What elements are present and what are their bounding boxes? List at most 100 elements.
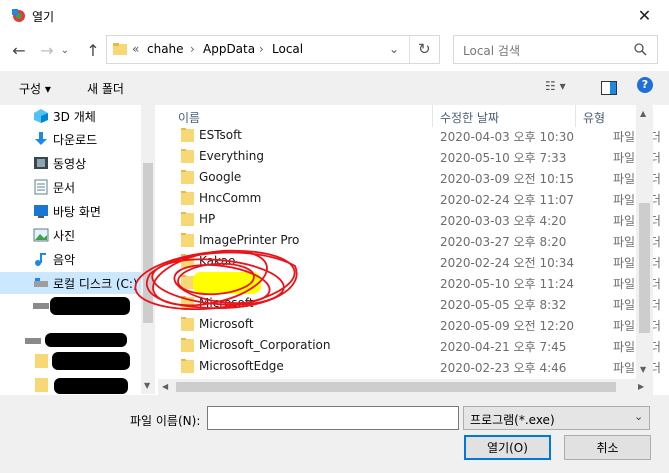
file-row[interactable]: Google2020-03-09 오전 10:15파일 폴더 [158,167,661,188]
drive-icon [34,278,48,287]
refresh-button[interactable]: ↻ [418,40,431,58]
redaction-mark [54,378,128,394]
sidebar-item-label: 바탕 화면 [53,204,101,219]
document-icon [34,179,48,195]
back-button[interactable]: ← [8,39,30,61]
sidebar-item-music[interactable]: 음악 [0,248,141,270]
sidebar-item-3d-objects[interactable]: 3D 개체 [0,105,141,127]
organize-button[interactable]: 구성 ▾ [19,80,51,97]
sidebar-item-redacted[interactable] [0,350,141,372]
filename-input[interactable] [207,406,459,430]
file-date: 2020-04-21 오후 7:45 [440,340,567,354]
red-scribble-annotation [134,249,298,310]
search-input[interactable]: Local 검색 [463,42,520,59]
filename-label: 파일 이름(N): [130,414,201,428]
file-row[interactable]: Everything2020-05-10 오후 7:33파일 폴더 [158,146,661,167]
file-row[interactable]: ESTsoft2020-04-03 오후 10:30파일 폴더 [158,125,661,146]
sidebar-item-local-disk[interactable]: 로컬 디스크 (C:) [0,272,141,294]
view-options-button[interactable]: ☷ ▾ [545,79,566,93]
file-row[interactable]: Microsoft_Corporation 2020-04-21 오후 7:45 파… [158,335,661,356]
file-name: Everything [199,149,264,163]
list-horizontal-scrollbar[interactable]: ◀ ▶ [158,379,653,395]
file-name: MicrosoftEdge [199,359,284,373]
desktop-icon [34,205,48,218]
recent-locations-button[interactable]: ⌄ [58,39,72,61]
file-date: 2020-05-10 오후 11:24 [440,277,575,291]
sidebar-item-redacted[interactable] [0,374,141,394]
sidebar-item-redacted[interactable] [0,295,141,317]
help-icon: ? [641,78,649,91]
chevron-down-icon: ⌄ [389,42,400,56]
scroll-up-icon[interactable]: ▲ [640,109,646,118]
file-name: Microsoft_Corporation [199,338,331,352]
file-row[interactable]: HP2020-03-03 오후 4:20파일 폴더 [158,209,661,230]
help-button[interactable]: ? [637,77,653,93]
file-date: 2020-02-24 오후 11:07 [440,193,575,207]
chevron-down-icon: ⌄ [634,410,644,423]
breadcrumb-chahe[interactable]: chahe [147,42,184,56]
title-bar: 열기 ✕ [0,0,669,31]
file-name: Microsoft [199,317,254,331]
new-folder-button[interactable]: 새 폴더 [87,80,124,97]
file-date: 2020-02-24 오전 10:34 [440,256,575,270]
file-row[interactable]: HncComm2020-02-24 오후 11:07파일 폴더 [158,188,661,209]
folder-icon [181,191,194,205]
folder-icon [181,212,194,226]
column-header: 이름 수정한 날짜 유형 [158,105,636,127]
list-vertical-scrollbar[interactable]: ▲ ▼ [636,105,653,379]
folder-icon [181,359,194,373]
forward-button[interactable]: → [36,39,58,61]
up-button[interactable]: ↑ [82,39,104,61]
column-name[interactable]: 이름 [178,109,200,126]
scrollbar-thumb[interactable] [639,203,650,333]
sidebar-item-documents[interactable]: 문서 [0,176,141,198]
address-dropdown[interactable]: ⌄ [389,42,399,56]
column-divider[interactable] [432,105,433,127]
sidebar-item-videos[interactable]: 동영상 [0,152,141,174]
file-date: 2020-03-09 오전 10:15 [440,172,575,186]
arrow-right-icon: → [40,40,54,60]
column-divider[interactable] [575,105,576,127]
folder-icon [35,354,48,368]
sidebar-item-desktop[interactable]: 바탕 화면 [0,200,141,222]
scroll-left-icon[interactable]: ◀ [162,382,168,391]
sidebar-item-redacted[interactable] [0,328,141,350]
scrollbar-thumb[interactable] [176,382,616,392]
redaction-mark [50,297,130,315]
breadcrumb-appdata[interactable]: AppData [203,42,255,56]
folder-icon [181,128,194,142]
breadcrumb-overflow[interactable]: « [132,42,139,56]
scroll-down-icon[interactable]: ▼ [640,365,646,374]
cancel-button[interactable]: 취소 [564,435,651,460]
sidebar-item-downloads[interactable]: 다운로드 [0,128,141,150]
sidebar-item-label: 동영상 [53,156,87,171]
file-name: HP [199,212,216,226]
scroll-down-icon[interactable]: ▼ [144,381,150,390]
window-title: 열기 [32,10,55,24]
sidebar-item-label: 3D 개체 [53,109,96,124]
address-bar[interactable]: « chahe › AppData › Local ⌄ ↻ [106,35,440,64]
preview-pane-button[interactable] [601,81,617,95]
sidebar-item-label: 사진 [53,228,76,243]
breadcrumb-separator: › [190,42,195,56]
open-button[interactable]: 열기(O) [464,435,551,460]
redaction-mark [45,333,127,347]
command-bar: 구성 ▾ 새 폴더 ☷ ▾ ? [0,71,669,105]
scroll-right-icon[interactable]: ▶ [638,382,644,391]
column-type[interactable]: 유형 [583,109,605,126]
close-button[interactable]: ✕ [620,0,669,31]
sidebar-item-pictures[interactable]: 사진 [0,224,141,246]
file-name: ESTsoft [199,128,242,142]
details-view-icon: ☷ [545,79,556,93]
folder-icon [181,338,194,352]
folder-icon [181,149,194,163]
sidebar-item-label: 문서 [53,180,76,195]
search-box[interactable]: Local 검색 [453,35,658,64]
pictures-icon [33,228,49,242]
redaction-mark [52,352,130,370]
file-row[interactable]: MicrosoftEdge2020-02-23 오후 4:46파일 폴더 [158,356,661,377]
file-name: HncComm [199,191,262,205]
column-date[interactable]: 수정한 날짜 [440,109,499,126]
breadcrumb-local[interactable]: Local [272,42,303,56]
filetype-select[interactable]: 프로그램(*.exe) ⌄ [463,406,650,430]
